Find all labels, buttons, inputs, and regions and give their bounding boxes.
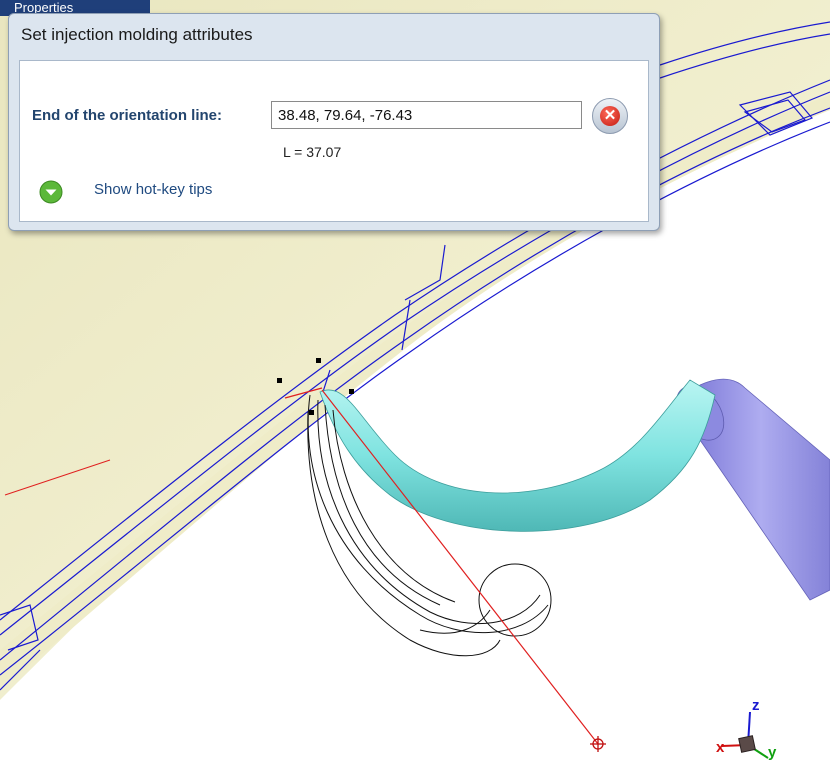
orientation-end-label: End of the orientation line: <box>32 107 222 124</box>
axis-x-label: x <box>716 739 725 756</box>
show-hotkey-tips-link[interactable]: Show hot-key tips <box>94 181 212 198</box>
injection-molding-dialog: Set injection molding attributes End of … <box>8 13 660 231</box>
axis-triad-icon: z x y <box>716 697 777 761</box>
runner <box>319 379 716 532</box>
axis-y-label: y <box>768 744 777 761</box>
length-readout: L = 37.07 <box>283 144 342 160</box>
orientation-line <box>321 389 599 745</box>
dialog-title: Set injection molding attributes <box>21 25 253 44</box>
axis-z-label: z <box>752 697 760 714</box>
orientation-end-input[interactable] <box>271 101 582 129</box>
orientation-end-marker <box>590 736 606 752</box>
close-icon: ✕ <box>600 106 620 126</box>
dialog-body: End of the orientation line: ✕ L = 37.07… <box>19 60 649 222</box>
clear-button[interactable]: ✕ <box>592 98 628 134</box>
chevron-down-icon[interactable] <box>38 179 64 205</box>
